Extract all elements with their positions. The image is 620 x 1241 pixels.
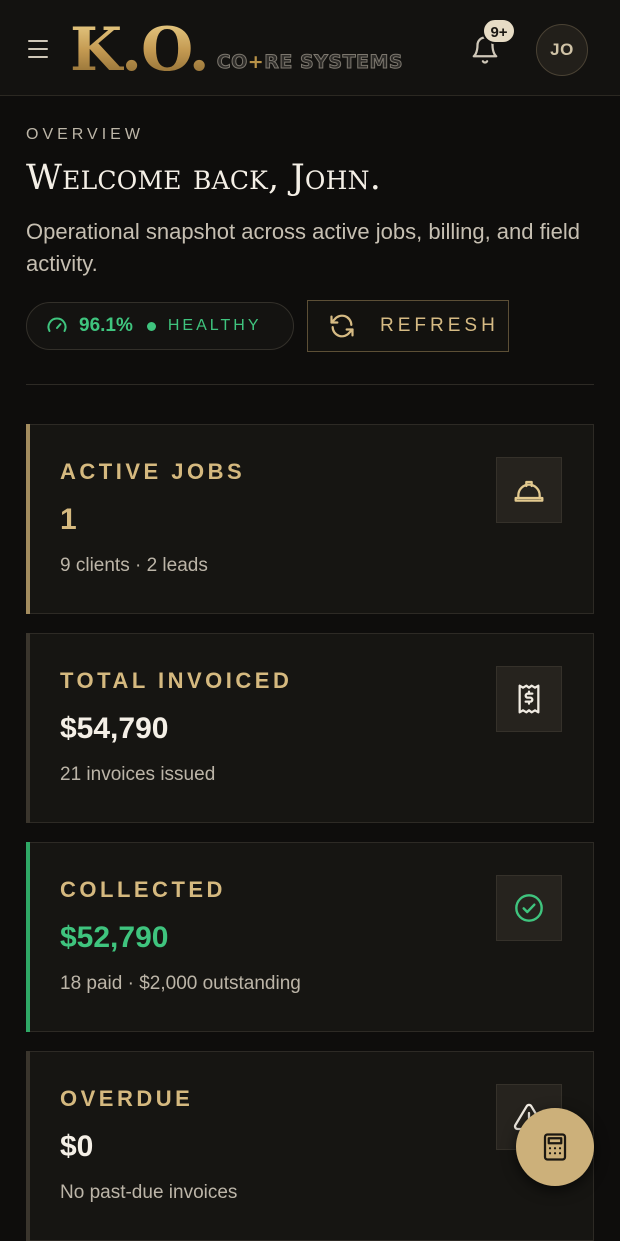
health-percent: 96.1% [79,315,133,336]
card-value: 1 [60,503,77,536]
stat-card-collected[interactable]: COLLECTED $52,790 18 paid · $2,000 outst… [26,842,594,1032]
calculator-fab[interactable] [516,1108,594,1186]
stat-card-total-invoiced[interactable]: TOTAL INVOICED $54,790 21 invoices issue… [26,633,594,823]
card-title: OVERDUE [60,1086,194,1111]
stat-card-overdue[interactable]: OVERDUE $0 No past-due invoices [26,1051,594,1241]
page-subtitle: Operational snapshot across active jobs,… [26,219,580,276]
refresh-label: REFRESH [380,315,499,336]
notification-badge: 9+ [482,18,516,44]
card-title: COLLECTED [60,877,226,902]
card-value: $54,790 [60,712,169,745]
card-accent [26,842,30,1032]
card-meta: No past-due invoices [60,1182,238,1203]
card-meta: 21 invoices issued [60,764,216,785]
page-title: Welcome back, John. [26,158,382,198]
menu-icon[interactable] [26,38,50,60]
card-icon-box [496,666,562,732]
card-meta: 9 clients · 2 leads [60,555,208,576]
check-circle-icon [515,894,543,922]
divider [26,384,594,385]
card-accent [26,1051,30,1241]
stat-card-active-jobs[interactable]: ACTIVE JOBS 1 9 clients · 2 leads [26,424,594,614]
section-eyebrow: OVERVIEW [26,126,144,143]
avatar[interactable]: JO [536,24,588,76]
top-bar: K.O. CO+RE SYSTEMS 9+ JO [0,0,620,96]
card-value: $52,790 [60,921,169,954]
status-dot [146,321,156,331]
card-accent [26,633,30,823]
gauge-icon [47,317,67,332]
health-status-pill: 96.1% HEALTHY [26,302,294,350]
card-meta: 18 paid · $2,000 outstanding [60,973,301,994]
logo-subtitle: CO+RE SYSTEMS [216,51,404,74]
refresh-button[interactable]: REFRESH [307,300,509,352]
brand-logo[interactable]: K.O. CO+RE SYSTEMS [70,16,403,80]
refresh-icon [330,314,354,338]
hard-hat-icon [514,480,544,502]
calculator-icon [543,1133,567,1161]
card-value: $0 [60,1130,94,1163]
card-title: ACTIVE JOBS [60,459,246,484]
receipt-dollar-icon [518,684,540,714]
card-title: TOTAL INVOICED [60,668,293,693]
logo-mark: K.O. [70,15,210,85]
health-status: HEALTHY [167,317,262,334]
card-icon-box [496,457,562,523]
card-accent [26,424,30,614]
card-icon-box [496,875,562,941]
